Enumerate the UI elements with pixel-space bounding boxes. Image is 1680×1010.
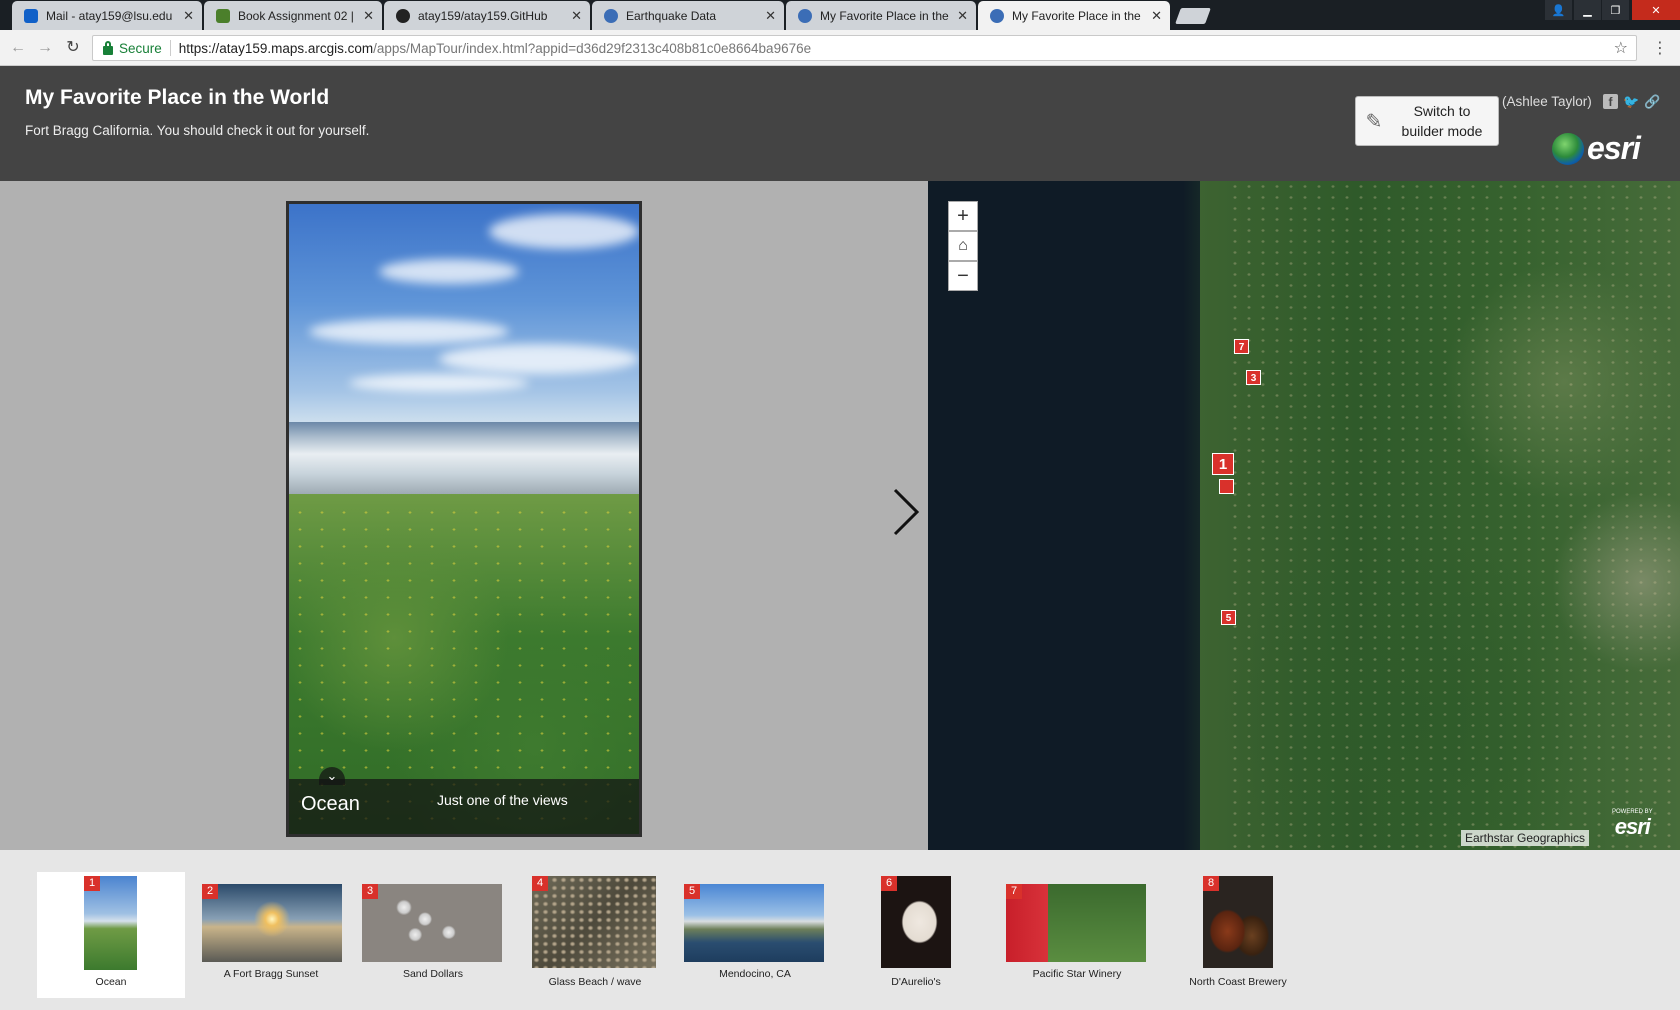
story-subtitle: Fort Bragg California. You should check … bbox=[25, 123, 370, 138]
carousel-item[interactable]: 1 Ocean bbox=[37, 872, 185, 998]
thumbnail: 4 bbox=[532, 876, 656, 968]
carousel-item-label: Glass Beach / wave bbox=[548, 976, 642, 988]
pencil-icon: ✎ bbox=[1365, 110, 1383, 133]
close-tab-icon[interactable]: ✕ bbox=[957, 8, 968, 24]
map-marker-1[interactable]: 1 bbox=[1212, 453, 1234, 475]
forward-icon[interactable]: → bbox=[35, 38, 55, 58]
carousel-item[interactable]: 3 Sand Dollars bbox=[362, 872, 504, 998]
url-host: https://atay159.maps.arcgis.com bbox=[178, 40, 374, 56]
close-tab-icon[interactable]: ✕ bbox=[183, 8, 194, 24]
carousel-item[interactable]: 8 North Coast Brewery bbox=[1185, 872, 1291, 998]
reload-icon[interactable]: ↻ bbox=[63, 38, 83, 58]
close-window-button[interactable]: ✕ bbox=[1632, 0, 1680, 20]
home-icon: ⌂ bbox=[958, 237, 968, 254]
map[interactable]: + ⌂ − 7 3 1 5 Earthstar Geographics POWE… bbox=[928, 181, 1680, 850]
esri-logo[interactable]: esri bbox=[1552, 130, 1641, 167]
thumbnail: 7 bbox=[1006, 884, 1146, 962]
carousel-item[interactable]: 5 Mendocino, CA bbox=[684, 872, 826, 998]
tab-earthquake[interactable]: Earthquake Data ✕ bbox=[592, 1, 784, 30]
caption-title: Ocean bbox=[301, 793, 360, 815]
tab-favorite-place-active[interactable]: My Favorite Place in the ✕ bbox=[978, 1, 1170, 30]
restore-button[interactable]: ❐ bbox=[1602, 0, 1629, 20]
switch-to-builder-button[interactable]: ✎ Switch to builder mode bbox=[1355, 96, 1499, 146]
map-marker-cluster[interactable] bbox=[1219, 479, 1234, 494]
author-name: (Ashlee Taylor) bbox=[1502, 94, 1592, 109]
globe-icon bbox=[798, 8, 812, 23]
carousel-item-label: Ocean bbox=[95, 976, 127, 988]
globe-icon bbox=[990, 8, 1004, 23]
bookmark-star-icon[interactable]: ☆ bbox=[1614, 38, 1628, 58]
minimize-button[interactable]: ▁ bbox=[1574, 0, 1601, 20]
map-marker-3[interactable]: 3 bbox=[1246, 370, 1261, 385]
thumbnail: 3 bbox=[362, 884, 502, 962]
powered-by-esri-logo[interactable]: POWERED BY esri bbox=[1612, 809, 1653, 838]
thumbnail: 2 bbox=[202, 884, 342, 962]
zoom-out-button[interactable]: − bbox=[948, 261, 978, 291]
story-header: My Favorite Place in the World Fort Brag… bbox=[0, 66, 1680, 181]
map-attribution: Earthstar Geographics bbox=[1461, 830, 1590, 846]
github-icon bbox=[396, 8, 410, 23]
carousel-item[interactable]: 4 Glass Beach / wave bbox=[530, 872, 660, 998]
carousel-item-label: Mendocino, CA bbox=[719, 968, 791, 980]
next-arrow-icon[interactable] bbox=[885, 482, 925, 542]
builder-label-line1: Switch to bbox=[1413, 103, 1471, 119]
tab-favorite-place-1[interactable]: My Favorite Place in the ✕ bbox=[786, 1, 976, 30]
tab-github[interactable]: atay159/atay159.GitHub ✕ bbox=[384, 1, 590, 30]
photo-caption: ⌄ Ocean Just one of the views bbox=[289, 767, 639, 834]
builder-label-line2: builder mode bbox=[1401, 123, 1483, 139]
thumbnail: 6 bbox=[881, 876, 951, 968]
back-icon[interactable]: ← bbox=[8, 38, 28, 58]
facebook-icon[interactable]: f bbox=[1603, 94, 1618, 109]
story-title: My Favorite Place in the World bbox=[25, 86, 330, 109]
address-bar: ← → ↻ Secure https://atay159.maps.arcgis… bbox=[0, 30, 1680, 66]
lock-icon bbox=[103, 40, 113, 55]
url-input[interactable]: Secure https://atay159.maps.arcgis.com /… bbox=[92, 35, 1637, 61]
map-marker-7[interactable]: 7 bbox=[1234, 339, 1249, 354]
carousel-item-label: D'Aurelio's bbox=[891, 976, 941, 988]
link-icon[interactable]: 🔗 bbox=[1644, 94, 1660, 109]
close-tab-icon[interactable]: ✕ bbox=[571, 8, 582, 24]
map-marker-5[interactable]: 5 bbox=[1221, 610, 1236, 625]
moodle-icon bbox=[216, 8, 230, 23]
close-tab-icon[interactable]: ✕ bbox=[363, 8, 374, 24]
browser-menu-icon[interactable]: ⋮ bbox=[1652, 38, 1668, 58]
secure-label: Secure bbox=[119, 40, 162, 56]
twitter-icon[interactable]: 🐦 bbox=[1623, 94, 1639, 109]
tour-carousel: 1 Ocean 2 A Fort Bragg Sunset 3 Sand Dol… bbox=[0, 850, 1680, 1010]
media-panel: ⌄ Ocean Just one of the views bbox=[0, 181, 928, 850]
tab-book-assignment[interactable]: Book Assignment 02 | GE ✕ bbox=[204, 1, 382, 30]
carousel-item[interactable]: 6 D'Aurelio's bbox=[858, 872, 974, 998]
outlook-icon bbox=[24, 8, 38, 23]
carousel-item[interactable]: 2 A Fort Bragg Sunset bbox=[200, 872, 342, 998]
browser-tab-bar: Mail - atay159@lsu.edu ✕ Book Assignment… bbox=[0, 0, 1680, 30]
thumbnail: 1 bbox=[84, 876, 137, 970]
zoom-in-button[interactable]: + bbox=[948, 201, 978, 231]
close-tab-icon[interactable]: ✕ bbox=[1151, 8, 1162, 24]
url-path: /apps/MapTour/index.html?appid=d36d29f23… bbox=[373, 40, 812, 56]
carousel-item[interactable]: 7 Pacific Star Winery bbox=[1006, 872, 1148, 998]
esri-globe-icon bbox=[1552, 132, 1584, 165]
new-tab-button[interactable] bbox=[1175, 8, 1211, 24]
profile-icon[interactable]: 👤 bbox=[1545, 0, 1572, 20]
carousel-item-label: North Coast Brewery bbox=[1189, 976, 1287, 988]
home-button[interactable]: ⌂ bbox=[948, 231, 978, 261]
close-tab-icon[interactable]: ✕ bbox=[765, 8, 776, 24]
thumbnail: 8 bbox=[1203, 876, 1273, 968]
thumbnail: 5 bbox=[684, 884, 824, 962]
tour-photo: ⌄ Ocean Just one of the views bbox=[286, 201, 642, 837]
caption-text: Just one of the views bbox=[437, 792, 568, 808]
carousel-item-label: Pacific Star Winery bbox=[1032, 968, 1122, 980]
globe-icon bbox=[604, 8, 618, 23]
carousel-item-label: Sand Dollars bbox=[402, 968, 464, 980]
tab-mail[interactable]: Mail - atay159@lsu.edu ✕ bbox=[12, 1, 202, 30]
carousel-item-label: A Fort Bragg Sunset bbox=[223, 968, 319, 980]
